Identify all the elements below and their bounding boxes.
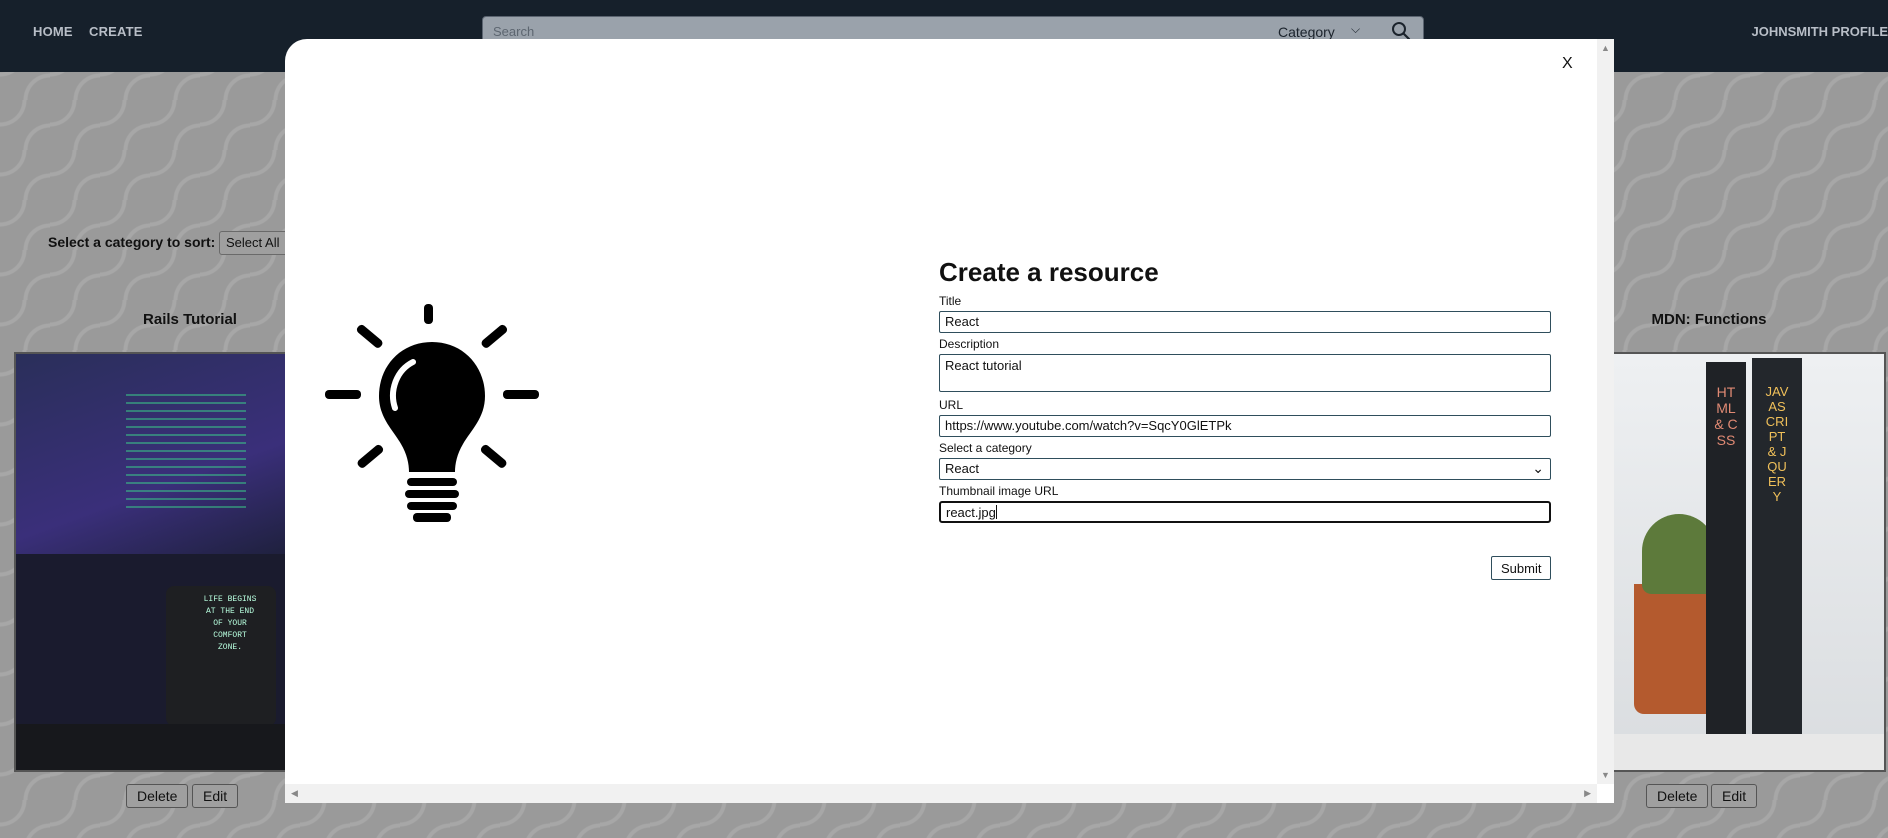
category-select[interactable]: React ⌄ xyxy=(939,458,1551,480)
scroll-up-icon[interactable]: ▲ xyxy=(1601,43,1610,53)
delete-button[interactable]: Delete xyxy=(1646,784,1709,808)
create-resource-form: Create a resource Title React Descriptio… xyxy=(939,257,1552,580)
book-title: JAVASCRIPT & JQUERY xyxy=(1765,384,1789,504)
category-select-value: React xyxy=(945,461,979,476)
chevron-down-icon: ⌄ xyxy=(1532,460,1544,476)
card-thumbnail[interactable]: LIFE BEGINS AT THE END OF YOUR COMFORT Z… xyxy=(14,352,314,772)
thumbnail-label: Thumbnail image URL xyxy=(939,484,1059,498)
title-label: Title xyxy=(939,294,962,308)
create-resource-modal: X Create a resource Title React Descript… xyxy=(285,39,1614,803)
close-button[interactable]: X xyxy=(1562,55,1573,73)
url-input[interactable]: https://www.youtube.com/watch?v=SqcY0GlE… xyxy=(939,415,1551,437)
card-title: Rails Tutorial xyxy=(143,311,237,328)
thumbnail-input-value: react.jpg xyxy=(946,505,996,520)
nav-profile-link[interactable]: JOHNSMITH PROFILE xyxy=(1751,24,1888,39)
edit-button[interactable]: Edit xyxy=(192,784,239,808)
nav-home-link[interactable]: HOME xyxy=(33,24,73,39)
description-textarea[interactable]: React tutorial xyxy=(939,354,1551,392)
search-input[interactable]: Search xyxy=(493,24,534,39)
card-thumbnail[interactable]: HTML & CSS JAVASCRIPT & JQUERY xyxy=(1612,352,1886,772)
book-title: HTML & CSS xyxy=(1714,384,1738,448)
form-heading: Create a resource xyxy=(939,257,1159,287)
sort-label: Select a category to sort: xyxy=(48,234,216,250)
vertical-scrollbar[interactable]: ▲ ▼ xyxy=(1597,39,1614,784)
nav-create-link[interactable]: CREATE xyxy=(89,24,143,39)
category-label: Select a category xyxy=(939,441,1032,455)
lightbulb-icon xyxy=(325,304,539,522)
description-label: Description xyxy=(939,337,1000,351)
edit-button[interactable]: Edit xyxy=(1711,784,1758,808)
url-label: URL xyxy=(939,398,964,412)
scroll-down-icon[interactable]: ▼ xyxy=(1601,770,1610,780)
text-caret xyxy=(995,505,997,519)
mug-text: LIFE BEGINS AT THE END OF YOUR COMFORT Z… xyxy=(203,595,257,652)
submit-button[interactable]: Submit xyxy=(1491,556,1552,580)
scroll-left-icon[interactable]: ◀ xyxy=(291,788,298,799)
chevron-down-icon: ⌵ xyxy=(1351,22,1361,36)
title-input[interactable]: React xyxy=(939,311,1551,333)
card-title: MDN: Functions xyxy=(1651,311,1767,328)
category-select[interactable]: Category xyxy=(1278,24,1335,40)
thumbnail-input[interactable]: react.jpg xyxy=(939,501,1551,523)
scroll-right-icon[interactable]: ▶ xyxy=(1584,788,1591,799)
delete-button[interactable]: Delete xyxy=(126,784,189,808)
horizontal-scrollbar[interactable]: ◀ ▶ xyxy=(285,784,1597,803)
